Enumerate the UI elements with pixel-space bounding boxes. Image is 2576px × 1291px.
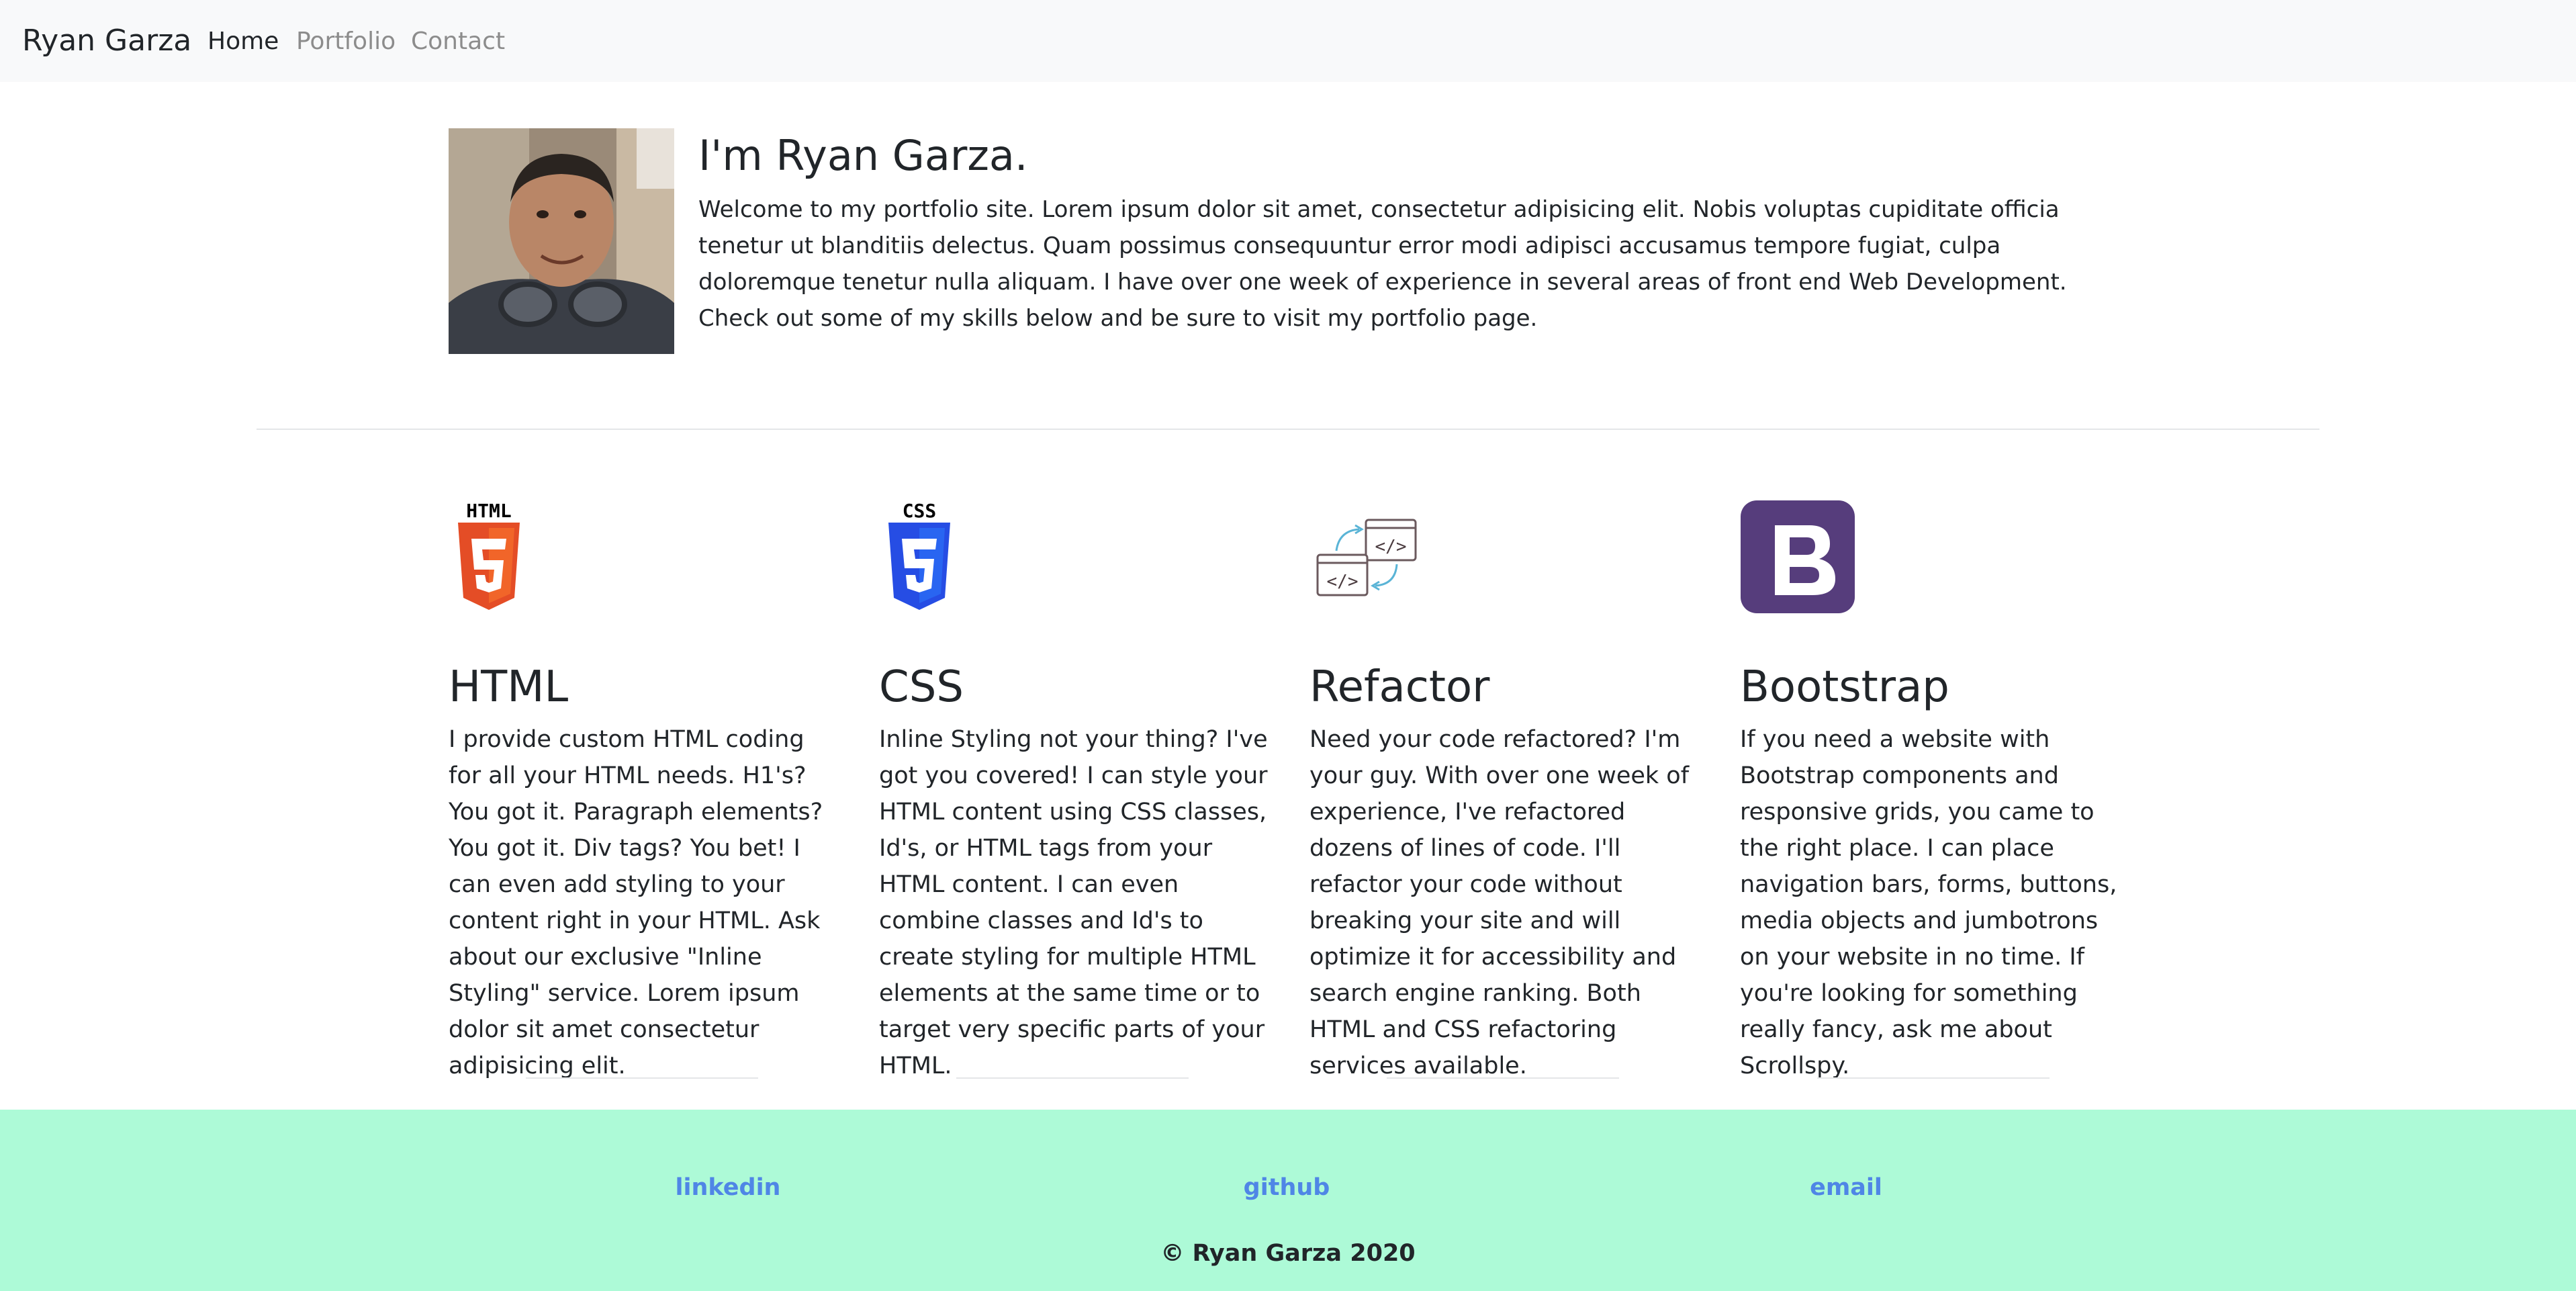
nav-link-portfolio[interactable]: Portfolio	[296, 26, 396, 58]
html5-icon: HTML	[449, 497, 567, 615]
intro-title: I'm Ryan Garza.	[698, 131, 1028, 180]
skill-title: CSS	[879, 662, 964, 712]
skill-divider	[1387, 1077, 1619, 1079]
navbar: Ryan Garza Home Portfolio Contact	[0, 0, 2576, 82]
skill-divider	[526, 1077, 758, 1079]
bootstrap-icon	[1740, 497, 1858, 615]
css3-icon: CSS	[879, 497, 997, 615]
css3-icon-label: CSS	[903, 500, 937, 522]
nav-link-home[interactable]: Home	[208, 26, 279, 58]
skill-title: Bootstrap	[1740, 662, 1949, 712]
footer-link-linkedin[interactable]: linkedin	[676, 1171, 781, 1204]
copyright: © Ryan Garza 2020	[1160, 1240, 1416, 1267]
svg-text:</>: </>	[1327, 572, 1359, 592]
svg-text:</>: </>	[1375, 537, 1407, 557]
skill-divider	[1817, 1077, 2050, 1079]
footer-link-github[interactable]: github	[1244, 1171, 1330, 1204]
nav-link-contact[interactable]: Contact	[411, 26, 505, 58]
skill-description: Need your code refactored? I'm your guy.…	[1309, 726, 1690, 1079]
skill-description: I provide custom HTML coding for all you…	[449, 726, 823, 1079]
skill-description: If you need a website with Bootstrap com…	[1740, 726, 2117, 1079]
skill-title: Refactor	[1309, 662, 1490, 712]
skill-description: Inline Styling not your thing? I've got …	[879, 726, 1268, 1079]
refactor-code-icon: </> </>	[1309, 497, 1428, 615]
footer: linkedin github email © Ryan Garza 2020	[0, 1110, 2576, 1291]
skill-divider	[956, 1077, 1189, 1079]
html5-icon-label: HTML	[466, 500, 511, 522]
footer-link-email[interactable]: email	[1810, 1171, 1882, 1204]
navbar-brand[interactable]: Ryan Garza	[22, 22, 191, 60]
profile-photo	[449, 128, 674, 354]
section-divider	[257, 429, 2319, 430]
intro-text: Welcome to my portfolio site. Lorem ipsu…	[698, 196, 2067, 332]
skill-title: HTML	[449, 662, 569, 712]
